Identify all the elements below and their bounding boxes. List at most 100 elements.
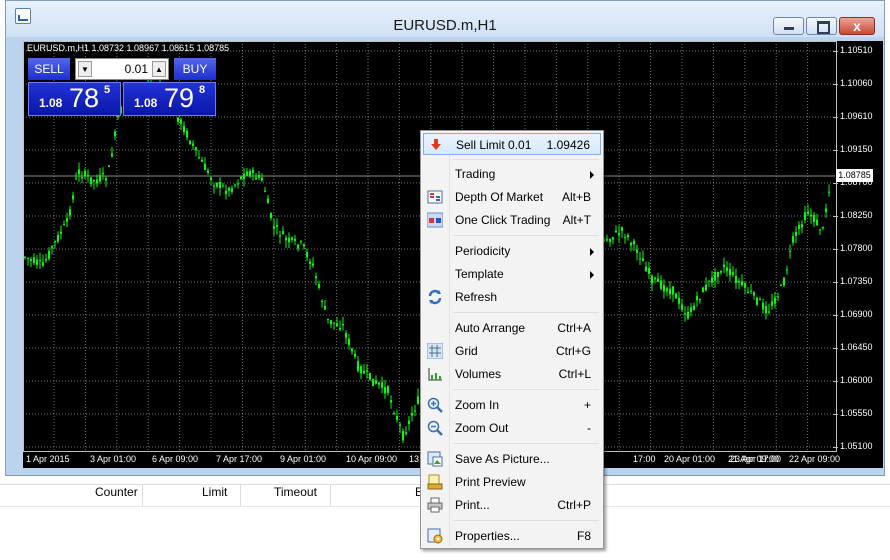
menu-item-label: Print... (455, 498, 490, 512)
price-axis-label: 1.10510 (840, 45, 873, 55)
menu-item-label: One Click Trading (455, 213, 551, 227)
close-icon: x (853, 18, 861, 34)
menu-item-shortcut: - (587, 421, 591, 435)
price-axis-label: 1.05100 (840, 441, 873, 451)
price-axis-label: 1.09150 (840, 144, 873, 154)
price-axis-label: 1.09610 (840, 111, 873, 121)
menu-item-shortcut: + (583, 398, 591, 412)
column-header-timeout[interactable]: Timeout (274, 485, 317, 505)
sell-price-point: 5 (104, 84, 111, 96)
window-title: EURUSD.m,H1 (393, 17, 497, 34)
lot-increase-button[interactable]: ▲ (152, 61, 166, 77)
maximize-button[interactable] (806, 17, 837, 35)
time-axis-label: 23 Apr 17:00 (730, 454, 782, 464)
menu-item-label: Periodicity (455, 244, 511, 258)
menu-item-print-preview[interactable]: Print Preview (423, 471, 601, 493)
title-bar[interactable]: EURUSD.m,H1 x (6, 1, 884, 37)
menu-item-label: Trading (455, 167, 496, 181)
menu-item-shortcut: Ctrl+A (557, 321, 591, 335)
column-header-counter[interactable]: Counter (95, 485, 138, 505)
buy-price-button[interactable]: 1.08 79 8 (123, 82, 216, 116)
sell-button[interactable]: SELL (28, 58, 70, 80)
menu-item-template[interactable]: Template (423, 263, 601, 285)
price-axis-tick (833, 348, 838, 349)
volumes-icon (428, 368, 442, 381)
menu-item-save-as-picture[interactable]: Save As Picture... (423, 448, 601, 470)
time-axis-label: 6 Apr 09:00 (152, 454, 199, 464)
buy-price-point: 8 (199, 84, 206, 96)
menu-item-zoom-in[interactable]: Zoom In + (423, 394, 601, 416)
price-axis-label: 1.06000 (840, 375, 873, 385)
price-axis-tick (833, 447, 838, 448)
price-axis-tick (833, 117, 838, 118)
menu-item-volumes[interactable]: Volumes Ctrl+L (423, 363, 601, 385)
lot-size-input[interactable]: ▼ 0.01 ▲ (75, 58, 169, 80)
price-axis-label: 1.08250 (840, 210, 873, 220)
menu-item-zoom-out[interactable]: Zoom Out - (423, 417, 601, 439)
buy-price-prefix: 1.08 (134, 96, 158, 110)
time-axis-label: 10 Apr 09:00 (346, 454, 398, 464)
price-axis-label: 1.06900 (840, 309, 873, 319)
menu-item-sell-limit[interactable]: Sell Limit 0.01 1.09426 (423, 133, 601, 155)
time-axis-label: 3 Apr 01:00 (90, 454, 137, 464)
price-axis-label: 1.07350 (840, 276, 873, 286)
menu-item-label: Sell Limit 0.01 (456, 138, 532, 152)
close-button[interactable]: x (839, 17, 875, 35)
one-click-trading-icon (427, 212, 443, 228)
grid-icon (427, 343, 443, 359)
submenu-arrow-icon (590, 171, 594, 179)
menu-item-print[interactable]: Print... Ctrl+P (423, 494, 601, 516)
price-axis-tick (833, 216, 838, 217)
menu-separator (453, 389, 599, 390)
minimize-button[interactable] (773, 17, 804, 35)
depth-of-market-icon (427, 190, 443, 204)
menu-item-shortcut: Ctrl+P (557, 498, 591, 512)
sell-price-prefix: 1.08 (39, 96, 63, 110)
menu-item-label: Zoom Out (455, 421, 509, 435)
menu-item-label: Volumes (455, 367, 502, 381)
price-axis-tick (833, 51, 838, 52)
menu-separator (453, 312, 599, 313)
menu-separator (453, 520, 599, 521)
time-axis-label: 20 Apr 01:00 (664, 454, 716, 464)
price-axis-tick (833, 381, 838, 382)
menu-item-trading[interactable]: Trading (423, 163, 601, 185)
menu-item-one-click-trading[interactable]: One Click Trading Alt+T (423, 209, 601, 231)
price-axis-tick (833, 414, 838, 415)
price-axis-tick (833, 249, 838, 250)
save-picture-icon (427, 451, 443, 467)
menu-item-label: Depth Of Market (455, 190, 544, 204)
menu-item-periodicity[interactable]: Periodicity (423, 240, 601, 262)
menu-item-label: Properties... (455, 529, 520, 543)
menu-separator (453, 159, 599, 160)
column-header-limit[interactable]: Limit (202, 485, 227, 505)
lot-decrease-button[interactable]: ▼ (78, 61, 92, 77)
print-preview-icon (427, 474, 443, 490)
properties-icon (427, 528, 443, 544)
menu-item-depth-of-market[interactable]: Depth Of Market Alt+B (423, 186, 601, 208)
price-axis-label: 1.06450 (840, 342, 873, 352)
price-axis-label: 1.07800 (840, 243, 873, 253)
lot-size-value[interactable]: 0.01 (96, 62, 148, 76)
menu-item-properties[interactable]: Properties... F8 (423, 525, 601, 547)
menu-item-refresh[interactable]: Refresh (423, 286, 601, 308)
zoom-in-icon (427, 397, 443, 413)
chart-info-label: EURUSD.m,H1 1.08732 1.08967 1.08615 1.08… (27, 43, 230, 53)
time-axis-label: 7 Apr 17:00 (216, 454, 263, 464)
menu-item-grid[interactable]: Grid Ctrl+G (423, 340, 601, 362)
buy-price-big: 79 (164, 83, 195, 113)
price-axis-label: 1.05550 (840, 408, 873, 418)
print-icon (427, 497, 443, 513)
menu-item-shortcut: Alt+T (562, 213, 591, 227)
price-axis-tick (833, 84, 838, 85)
menu-item-label: Template (455, 267, 504, 281)
menu-item-label: Save As Picture... (455, 452, 550, 466)
sell-price-button[interactable]: 1.08 78 5 (28, 82, 121, 116)
menu-item-auto-arrange[interactable]: Auto Arrange Ctrl+A (423, 317, 601, 339)
price-axis-tick (833, 150, 838, 151)
sell-limit-icon (431, 139, 441, 150)
price-axis-tick (833, 315, 838, 316)
buy-button[interactable]: BUY (174, 58, 216, 80)
menu-item-label: Auto Arrange (455, 321, 526, 335)
menu-item-price: 1.09426 (546, 138, 590, 152)
